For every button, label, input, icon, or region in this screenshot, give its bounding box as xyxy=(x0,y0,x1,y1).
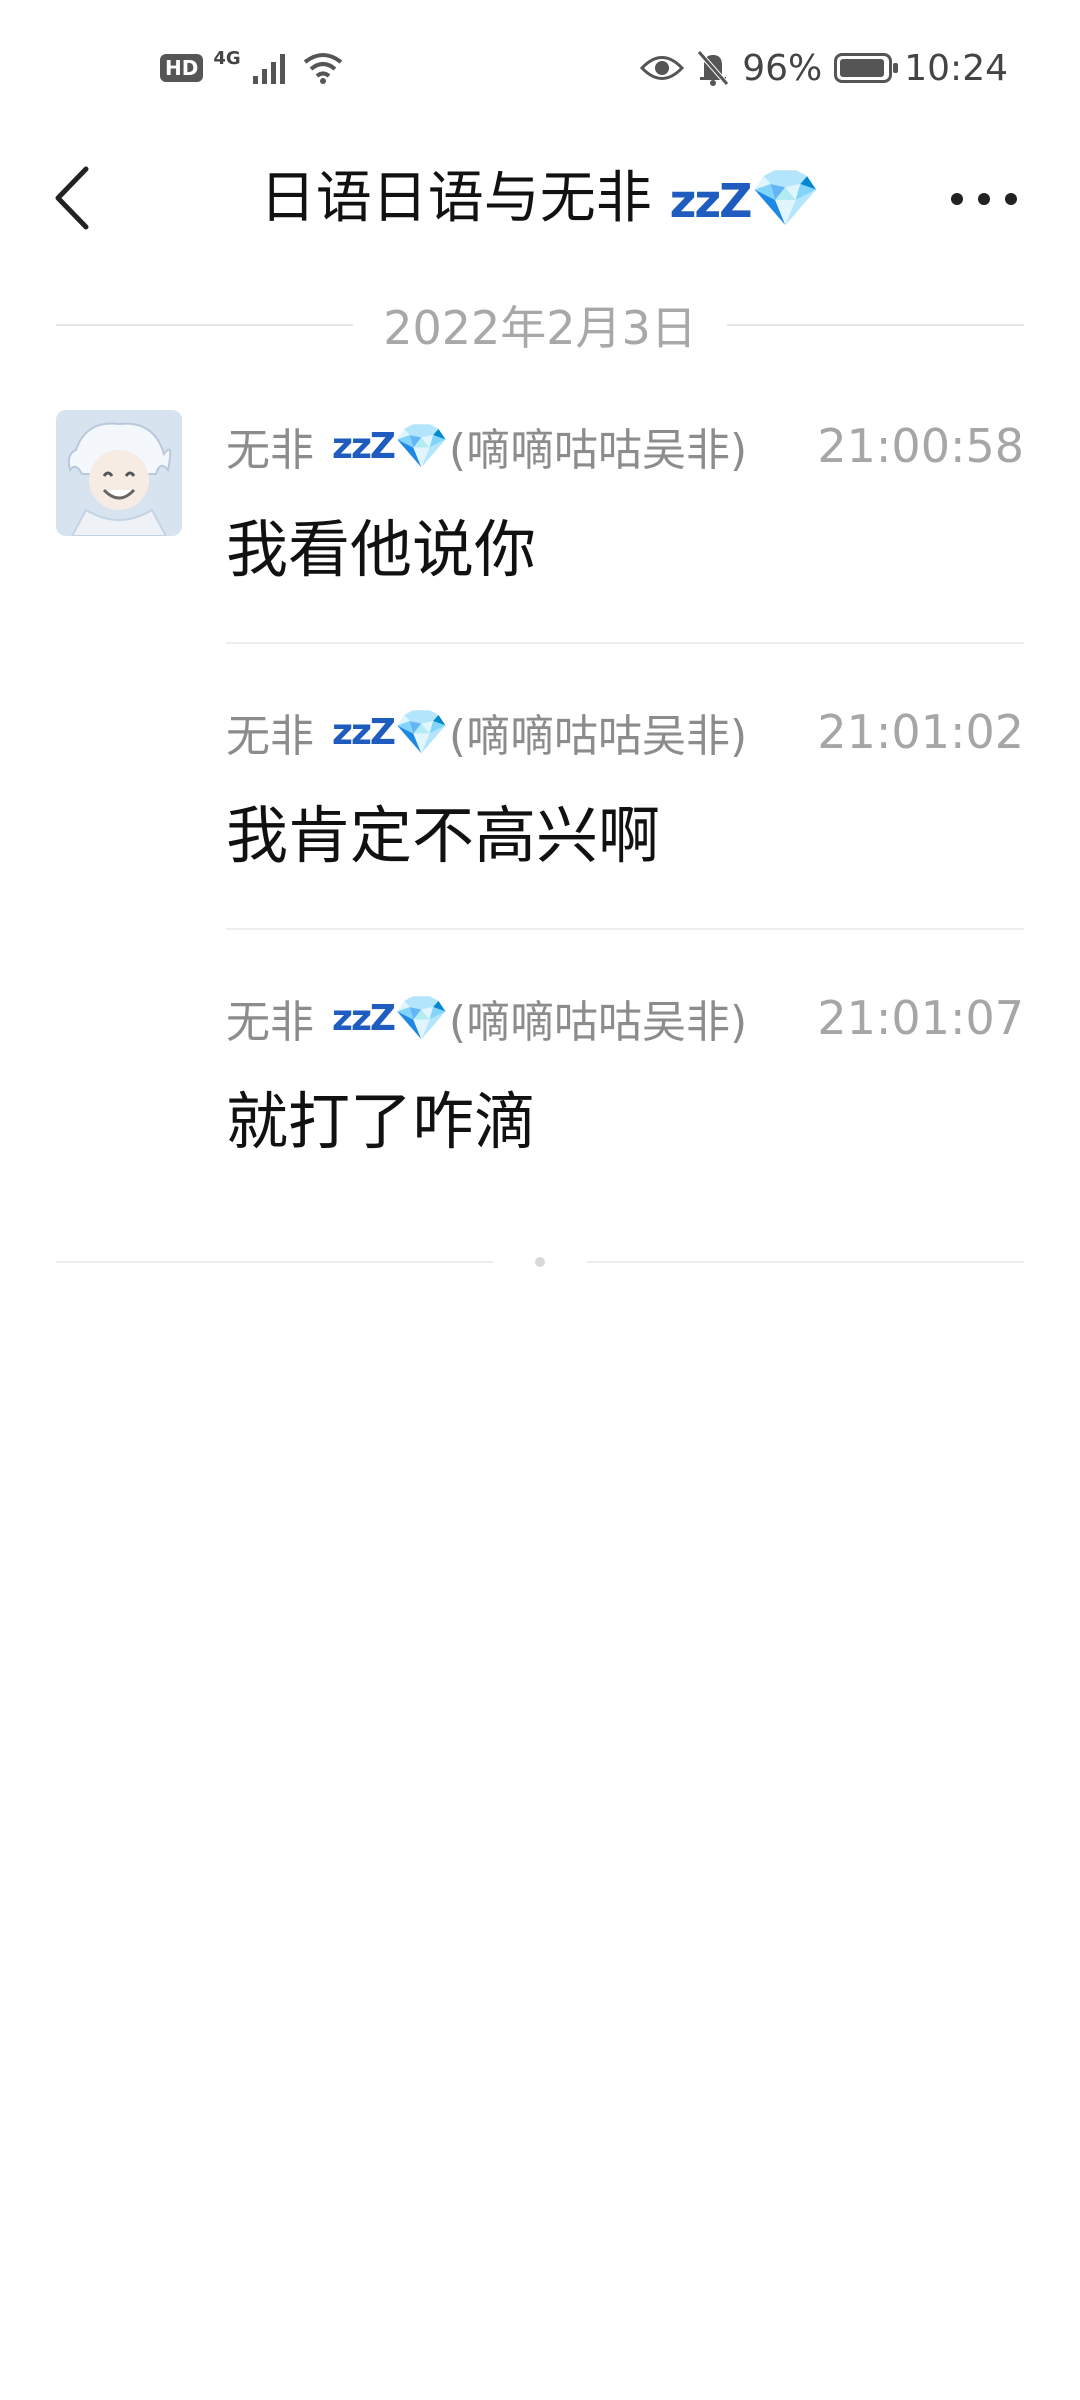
more-dots-icon xyxy=(951,193,1017,205)
signal-icon xyxy=(252,54,285,84)
date-label: 2022年2月3日 xyxy=(383,301,697,355)
divider-line xyxy=(56,1261,493,1263)
sender-nickname: (嘀嘀咕咕吴非) xyxy=(448,997,748,1048)
sender-info: 无非 zzZ 💎 (嘀嘀咕咕吴非) xyxy=(226,986,747,1050)
network-type-label: 4G xyxy=(213,47,241,69)
sleep-zzz-icon: zzZ xyxy=(332,425,396,467)
divider-line xyxy=(726,324,1025,326)
divider-line xyxy=(587,1261,1024,1263)
message-item[interactable]: 无非 zzZ 💎 (嘀嘀咕咕吴非) 21:01:02 我肯定不高兴啊 xyxy=(226,702,1024,876)
battery-percent: 96% xyxy=(742,47,823,89)
page-title: 日语日语与无非 zzZ💎 xyxy=(160,164,920,234)
message-header: 无非 zzZ 💎 (嘀嘀咕咕吴非) 21:01:02 xyxy=(226,702,1024,762)
gem-icon: 💎 xyxy=(750,166,821,231)
battery-level-fill xyxy=(840,59,885,77)
avatar-image xyxy=(56,410,182,536)
status-right: 96% 10:24 xyxy=(640,44,1008,92)
message-time: 21:01:02 xyxy=(817,705,1024,759)
end-dot xyxy=(535,1257,545,1267)
more-options-button[interactable] xyxy=(944,174,1024,224)
hd-icon: HD xyxy=(160,54,204,82)
gem-icon: 💎 xyxy=(394,421,449,472)
sender-nickname: (嘀嘀咕咕吴非) xyxy=(448,425,748,476)
sender-name: 无非 xyxy=(226,425,314,476)
nav-bar: 日语日语与无非 zzZ💎 xyxy=(0,130,1080,270)
status-left: HD 4G xyxy=(160,48,345,88)
sender-name: 无非 xyxy=(226,711,314,762)
message-separator xyxy=(226,928,1024,930)
date-divider: 2022年2月3日 xyxy=(56,295,1025,355)
status-bar: HD 4G 96% 10:24 xyxy=(0,0,1080,130)
back-button[interactable] xyxy=(40,158,104,238)
chevron-left-icon xyxy=(55,166,89,230)
message-text: 就打了咋滴 xyxy=(226,1085,537,1158)
sleep-zzz-icon: zzZ xyxy=(332,997,396,1039)
message-header: 无非 zzZ 💎 (嘀嘀咕咕吴非) 21:01:07 xyxy=(226,988,1024,1048)
sleep-zzz-icon: zzZ xyxy=(669,174,753,228)
message-time: 21:01:07 xyxy=(817,991,1024,1045)
sender-nickname: (嘀嘀咕咕吴非) xyxy=(448,711,748,762)
divider-line xyxy=(56,324,354,326)
message-item[interactable]: 无非 zzZ 💎 (嘀嘀咕咕吴非) 21:01:07 就打了咋滴 xyxy=(226,988,1024,1162)
bell-mute-icon xyxy=(697,50,730,86)
message-text: 我肯定不高兴啊 xyxy=(226,799,661,872)
title-text: 日语日语与无非 xyxy=(259,166,652,231)
wifi-icon xyxy=(303,53,342,84)
battery-icon xyxy=(834,53,899,83)
message-time: 21:00:58 xyxy=(817,419,1024,473)
sender-info: 无非 zzZ 💎 (嘀嘀咕咕吴非) xyxy=(226,414,747,478)
end-of-history-divider xyxy=(56,1250,1024,1274)
eye-icon xyxy=(640,56,685,80)
message-item[interactable]: 无非 zzZ 💎 (嘀嘀咕咕吴非) 21:00:58 我看他说你 xyxy=(226,416,1024,590)
message-separator xyxy=(226,642,1024,644)
clock-time: 10:24 xyxy=(904,47,1008,89)
message-header: 无非 zzZ 💎 (嘀嘀咕咕吴非) 21:00:58 xyxy=(226,416,1024,476)
gem-icon: 💎 xyxy=(394,707,449,758)
avatar[interactable] xyxy=(56,410,182,536)
sender-info: 无非 zzZ 💎 (嘀嘀咕咕吴非) xyxy=(226,700,747,764)
sleep-zzz-icon: zzZ xyxy=(332,711,396,753)
sender-name: 无非 xyxy=(226,997,314,1048)
gem-icon: 💎 xyxy=(394,993,449,1044)
message-text: 我看他说你 xyxy=(226,513,537,586)
